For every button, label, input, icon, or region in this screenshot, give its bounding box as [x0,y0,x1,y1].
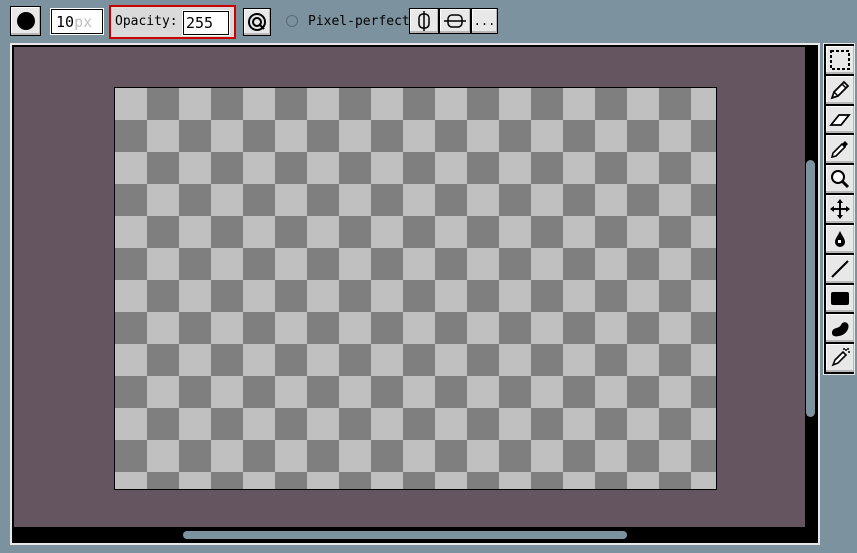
symmetry-vertical-button[interactable] [409,8,439,34]
opacity-group: Opacity: 255 [109,5,236,39]
more-options-button[interactable]: ... [471,8,498,34]
zoom-icon [831,170,850,189]
vertical-scrollbar-thumb[interactable] [806,160,815,417]
spray-icon [831,348,850,367]
opacity-value: 255 [186,14,214,32]
eyedropper-icon [830,141,848,159]
transparent-canvas[interactable] [114,87,717,490]
pencil-icon [830,80,850,100]
tool-pencil[interactable] [826,75,854,104]
tool-paint-bucket[interactable] [826,224,854,253]
pixel-perfect-checkbox[interactable] [286,15,298,27]
brush-shape-button[interactable] [10,6,41,36]
rectangle-icon [831,292,849,306]
tool-move[interactable] [826,195,854,223]
circle-brush-icon [16,12,35,30]
brush-size-unit: px [74,12,93,31]
brush-size-value: 10 [56,12,75,31]
symmetry-horizontal-button[interactable] [439,8,471,34]
more-options-label: ... [473,14,496,28]
pressure-sensitivity-icon [248,13,266,31]
paint-bucket-icon [835,230,845,247]
tool-eraser[interactable] [826,105,854,134]
eraser-icon [829,113,851,126]
horizontal-scrollbar-thumb[interactable] [183,531,627,539]
vertical-symmetry-icon [418,11,430,31]
tool-spray[interactable] [826,344,854,372]
line-icon [831,259,849,278]
tool-palette [823,43,855,375]
horizontal-symmetry-icon [444,14,466,28]
selection-icon [830,49,850,70]
brush-size-field[interactable]: 10 px [51,9,103,34]
opacity-pressure-button[interactable] [243,8,271,36]
tool-eyedropper[interactable] [826,135,854,164]
pixel-perfect-label: Pixel-perfect [308,14,410,29]
tool-line[interactable] [826,254,854,283]
curve-icon [832,322,849,337]
opacity-label: Opacity: [115,14,178,29]
tool-curve[interactable] [826,314,854,343]
tool-rectangular-marquee[interactable] [826,46,854,74]
tool-zoom[interactable] [826,165,854,194]
opacity-input[interactable]: 255 [183,11,229,35]
tool-rectangle[interactable] [826,284,854,313]
move-icon [830,198,850,219]
